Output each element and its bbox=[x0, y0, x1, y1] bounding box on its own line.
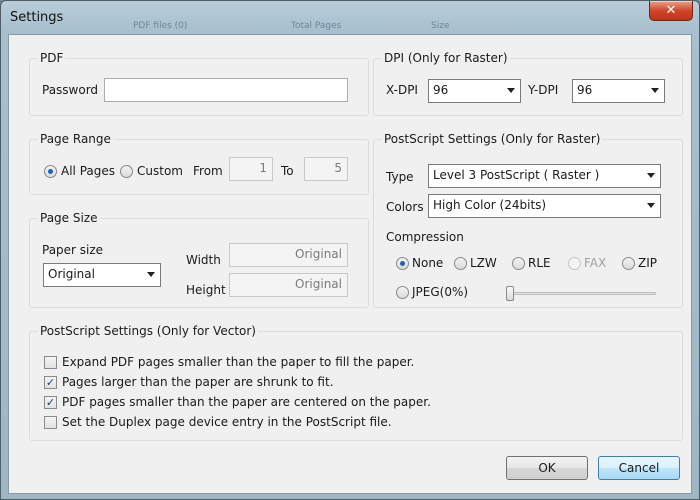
ps-raster-group: PostScript Settings (Only for Raster) Ty… bbox=[373, 132, 683, 308]
x-dpi-value: 96 bbox=[433, 83, 449, 97]
x-dpi-select[interactable]: 96 bbox=[428, 79, 521, 103]
page-range-group: Page Range All Pages Custom From 1 To 5 bbox=[29, 132, 369, 195]
chevron-down-icon bbox=[147, 272, 155, 277]
colors-label: Colors bbox=[386, 200, 424, 214]
pdf-group: PDF Password bbox=[29, 51, 369, 116]
chevron-down-icon bbox=[651, 88, 659, 93]
title-bar[interactable]: Settings PDF files (0) Total Pages Size … bbox=[1, 1, 699, 35]
all-pages-radio[interactable] bbox=[44, 165, 57, 178]
window-title: Settings bbox=[10, 10, 64, 25]
chevron-down-icon bbox=[507, 88, 515, 93]
password-input[interactable] bbox=[104, 78, 348, 102]
jpeg-quality-slider-track[interactable] bbox=[506, 292, 656, 295]
dpi-group-label: DPI (Only for Raster) bbox=[382, 51, 510, 65]
from-input[interactable]: 1 bbox=[229, 157, 273, 181]
type-label: Type bbox=[386, 170, 414, 184]
compression-zip-label[interactable]: ZIP bbox=[638, 256, 657, 270]
expand-pages-checkbox[interactable] bbox=[44, 356, 57, 369]
to-input[interactable]: 5 bbox=[304, 157, 348, 181]
page-range-group-label: Page Range bbox=[38, 132, 113, 146]
paper-size-select[interactable]: Original bbox=[43, 263, 161, 287]
compression-lzw-radio[interactable] bbox=[454, 257, 467, 270]
page-size-group-label: Page Size bbox=[38, 211, 100, 225]
colors-value: High Color (24bits) bbox=[433, 198, 547, 212]
duplex-checkbox[interactable] bbox=[44, 416, 57, 429]
compression-none-label[interactable]: None bbox=[412, 256, 443, 270]
y-dpi-label: Y-DPI bbox=[528, 83, 559, 97]
compression-label: Compression bbox=[386, 230, 464, 244]
ps-vector-group: PostScript Settings (Only for Vector) Ex… bbox=[29, 324, 683, 441]
background-column-header: PDF files (0) bbox=[133, 21, 188, 31]
y-dpi-value: 96 bbox=[577, 83, 593, 97]
compression-zip-radio[interactable] bbox=[622, 257, 635, 270]
dialog-body: PDF Password DPI (Only for Raster) X-DPI… bbox=[8, 34, 692, 494]
background-column-header: Total Pages bbox=[291, 21, 342, 31]
type-select[interactable]: Level 3 PostScript ( Raster ) bbox=[428, 164, 661, 188]
chevron-down-icon bbox=[647, 203, 655, 208]
custom-radio[interactable] bbox=[120, 165, 133, 178]
duplex-label[interactable]: Set the Duplex page device entry in the … bbox=[62, 415, 392, 429]
background-column-header: Size bbox=[431, 21, 450, 31]
compression-jpeg-label[interactable]: JPEG(0%) bbox=[412, 285, 468, 299]
dpi-group: DPI (Only for Raster) X-DPI 96 Y-DPI 96 bbox=[373, 51, 683, 116]
all-pages-label[interactable]: All Pages bbox=[61, 164, 115, 178]
paper-size-label: Paper size bbox=[42, 243, 104, 257]
width-input[interactable]: Original bbox=[229, 243, 348, 267]
compression-lzw-label[interactable]: LZW bbox=[470, 256, 497, 270]
shrink-pages-checkbox[interactable]: ✓ bbox=[44, 376, 57, 389]
ok-button[interactable]: OK bbox=[506, 456, 588, 480]
pdf-group-label: PDF bbox=[38, 51, 66, 65]
password-label: Password bbox=[42, 83, 99, 97]
y-dpi-select[interactable]: 96 bbox=[572, 79, 665, 103]
center-pages-checkbox[interactable]: ✓ bbox=[44, 396, 57, 409]
shrink-pages-label[interactable]: Pages larger than the paper are shrunk t… bbox=[62, 375, 334, 389]
type-value: Level 3 PostScript ( Raster ) bbox=[433, 168, 600, 182]
compression-fax-radio bbox=[568, 257, 581, 270]
settings-window: Settings PDF files (0) Total Pages Size … bbox=[0, 0, 700, 500]
compression-none-radio[interactable] bbox=[396, 257, 409, 270]
compression-fax-label: FAX bbox=[584, 256, 607, 270]
page-size-group: Page Size Paper size Original Width Orig… bbox=[29, 211, 369, 308]
to-label: To bbox=[281, 164, 294, 178]
cancel-button[interactable]: Cancel bbox=[598, 456, 680, 480]
width-label: Width bbox=[186, 253, 221, 267]
chevron-down-icon bbox=[647, 173, 655, 178]
x-dpi-label: X-DPI bbox=[386, 83, 418, 97]
custom-label[interactable]: Custom bbox=[137, 164, 183, 178]
close-button[interactable]: ✕ bbox=[649, 1, 693, 21]
center-pages-label[interactable]: PDF pages smaller than the paper are cen… bbox=[62, 395, 431, 409]
ps-vector-group-label: PostScript Settings (Only for Vector) bbox=[38, 324, 258, 338]
ps-raster-group-label: PostScript Settings (Only for Raster) bbox=[382, 132, 603, 146]
jpeg-quality-slider-thumb[interactable] bbox=[506, 286, 514, 301]
compression-jpeg-radio[interactable] bbox=[396, 286, 409, 299]
from-label: From bbox=[193, 164, 223, 178]
close-icon: ✕ bbox=[665, 3, 677, 18]
height-label: Height bbox=[186, 283, 226, 297]
height-input[interactable]: Original bbox=[229, 273, 348, 297]
compression-rle-label[interactable]: RLE bbox=[528, 256, 551, 270]
colors-select[interactable]: High Color (24bits) bbox=[428, 194, 661, 218]
expand-pages-label[interactable]: Expand PDF pages smaller than the paper … bbox=[62, 355, 414, 369]
compression-rle-radio[interactable] bbox=[512, 257, 525, 270]
paper-size-value: Original bbox=[48, 267, 95, 281]
